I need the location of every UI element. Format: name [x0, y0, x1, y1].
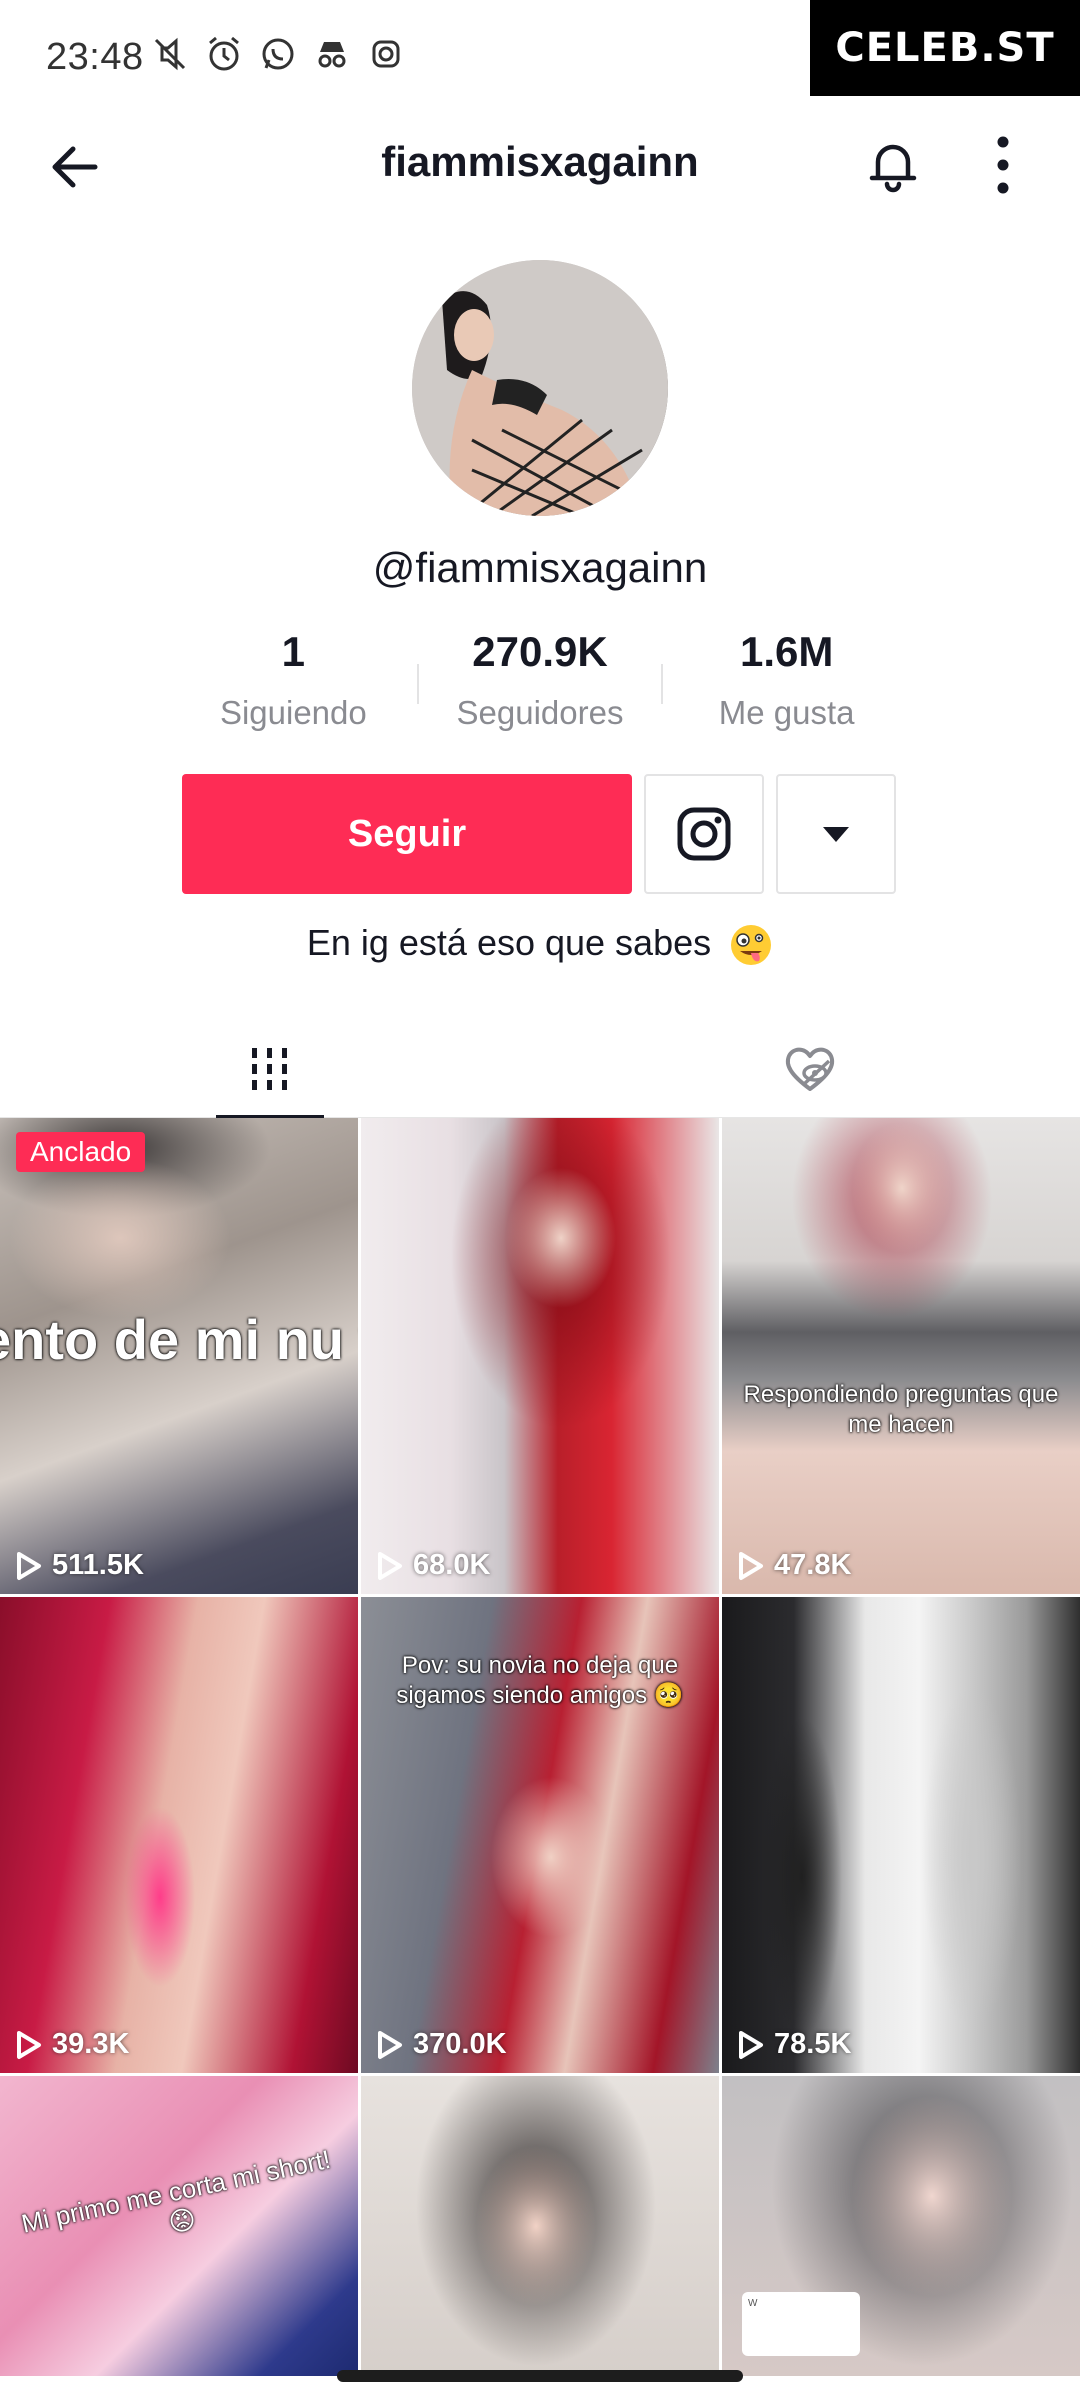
stat-label: Me gusta [718, 694, 855, 731]
grid-icon [252, 1048, 287, 1090]
video-thumbnail[interactable]: 68.0K [361, 1118, 719, 1594]
status-icons [150, 34, 406, 79]
stat-value: 270.9K [472, 628, 608, 675]
suggested-accounts-button[interactable] [776, 774, 896, 894]
profile-stats: 1 Siguiendo 270.9K Seguidores 1.6M Me gu… [170, 628, 910, 738]
video-caption: Respondiendo preguntas que me hacen [743, 1381, 1059, 1438]
view-count: 78.5K [738, 2028, 851, 2061]
stat-likes[interactable]: 1.6M Me gusta [663, 628, 910, 738]
play-icon [739, 1551, 763, 1580]
play-icon [17, 2030, 41, 2059]
thumbnail-image [722, 1597, 1080, 2073]
notifications-button[interactable] [858, 130, 928, 200]
bell-icon [869, 144, 917, 193]
video-thumbnail[interactable]: Mi primo me corta mi short!😡 [0, 2076, 358, 2376]
video-grid: Anclado ento de mi nu video 🔥🔥 511.5K 68… [0, 1118, 1080, 2376]
view-count-text: 370.0K [413, 2028, 507, 2060]
play-icon [378, 2030, 402, 2059]
view-count: 370.0K [377, 2028, 507, 2061]
caret-down-icon [823, 827, 849, 842]
video-thumbnail[interactable]: W [722, 2076, 1080, 2376]
thumbnail-image [722, 1118, 1080, 1594]
bio-text: En ig está eso que sabes [306, 922, 712, 963]
video-thumbnail[interactable]: 39.3K [0, 1597, 358, 2073]
video-thumbnail[interactable]: 78.5K [722, 1597, 1080, 2073]
alarm-icon [204, 34, 244, 79]
whatsapp-icon [258, 34, 298, 79]
play-icon [378, 1551, 402, 1580]
video-thumbnail[interactable] [361, 2076, 719, 2376]
view-count: 68.0K [377, 1549, 490, 1582]
view-count: 39.3K [16, 2028, 129, 2061]
avatar[interactable] [412, 260, 668, 516]
zany-face-emoji-icon [731, 925, 772, 966]
instagram-link-button[interactable] [644, 774, 764, 894]
more-vertical-icon [997, 136, 1009, 194]
stat-following[interactable]: 1 Siguiendo [170, 628, 417, 738]
view-count-text: 511.5K [52, 1549, 144, 1581]
reply-text: W [748, 2298, 758, 2309]
play-icon [17, 1551, 41, 1580]
video-thumbnail[interactable]: Respondiendo preguntas que me hacen 47.8… [722, 1118, 1080, 1594]
stat-label: Siguiendo [219, 694, 367, 731]
stat-followers[interactable]: 270.9K Seguidores [416, 628, 664, 738]
status-bar: 23:48 CELEB.ST [0, 0, 1080, 110]
video-thumbnail[interactable]: Pov: su novia no deja que sigamos siendo… [361, 1597, 719, 2073]
tab-liked-videos[interactable] [540, 1020, 1080, 1118]
profile-bio: En ig está eso que sabes [0, 922, 1080, 967]
view-count: 511.5K [16, 1549, 144, 1582]
more-options-button[interactable] [968, 130, 1038, 200]
profile-tabs [0, 1020, 1080, 1120]
pinned-badge: Anclado [16, 1132, 146, 1172]
stat-divider [416, 664, 419, 704]
follow-button[interactable]: Seguir [182, 774, 632, 894]
view-count-text: 47.8K [774, 1549, 852, 1581]
view-count-text: 39.3K [52, 2028, 130, 2060]
view-count: 47.8K [738, 1549, 851, 1582]
avatar-photo [412, 260, 668, 516]
video-caption: Mi primo me corta mi short!😡 [18, 2143, 334, 2239]
instagram-icon [366, 34, 406, 79]
video-thumbnail[interactable]: Anclado ento de mi nu video 🔥🔥 511.5K [0, 1118, 358, 1594]
mute-icon [150, 34, 190, 79]
comment-reply-sticker: W [742, 2292, 860, 2356]
view-count-text: 78.5K [774, 2028, 852, 2060]
tab-videos[interactable] [0, 1020, 540, 1120]
stat-value: 1.6M [739, 628, 834, 675]
home-indicator[interactable] [337, 2370, 743, 2382]
status-time: 23:48 [46, 36, 144, 78]
video-caption: Pov: su novia no deja que sigamos siendo… [396, 1652, 684, 1709]
play-icon [739, 2030, 763, 2059]
incognito-icon [312, 34, 352, 79]
thumbnail-image [0, 1597, 358, 2073]
hidden-heart-icon [785, 1047, 835, 1091]
header: fiammisxagainn [0, 110, 1080, 220]
stat-value: 1 [281, 628, 306, 675]
video-caption: ento de mi nu video 🔥🔥 [0, 1308, 358, 1371]
instagram-icon [677, 807, 731, 861]
profile-handle: @fiammisxagainn [372, 544, 708, 591]
thumbnail-image [361, 1118, 719, 1594]
watermark: CELEB.ST [810, 0, 1080, 96]
stat-label: Seguidores [456, 694, 624, 731]
view-count-text: 68.0K [413, 1549, 491, 1581]
thumbnail-image [361, 2076, 719, 2376]
